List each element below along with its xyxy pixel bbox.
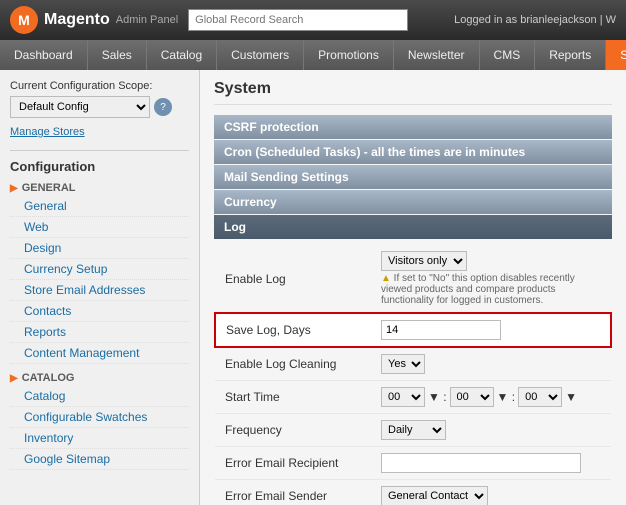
general-label: GENERAL — [22, 182, 76, 194]
nav-item-newsletter[interactable]: Newsletter — [394, 40, 480, 70]
sidebar-item-inventory[interactable]: Inventory — [10, 428, 189, 449]
start-time-label: Start Time — [215, 381, 371, 414]
enable-log-label: Enable Log — [215, 245, 371, 313]
scope-label: Current Configuration Scope: — [10, 80, 189, 92]
sidebar-item-catalog[interactable]: Catalog — [10, 386, 189, 407]
catalog-arrow-icon: ▶ — [10, 373, 18, 384]
sidebar-item-content-mgmt[interactable]: Content Management — [10, 343, 189, 364]
frequency-select[interactable]: Daily Weekly Monthly — [381, 420, 446, 440]
sidebar-item-store-email[interactable]: Store Email Addresses — [10, 280, 189, 301]
cron-section-header[interactable]: Cron (Scheduled Tasks) - all the times a… — [214, 140, 612, 164]
frequency-value: Daily Weekly Monthly — [371, 414, 611, 447]
main-content: System CSRF protection Cron (Scheduled T… — [200, 70, 626, 505]
sidebar-item-configurable-swatches[interactable]: Configurable Swatches — [10, 407, 189, 428]
app-subtitle: Admin Panel — [116, 14, 178, 26]
save-log-days-label: Save Log, Days — [215, 313, 371, 347]
start-time-row: Start Time 00 ▼ : 00 ▼ : 00 — [215, 381, 611, 414]
sidebar-item-reports[interactable]: Reports — [10, 322, 189, 343]
scope-select-wrap: Default Config ? — [10, 96, 189, 118]
currency-section-header[interactable]: Currency — [214, 190, 612, 214]
catalog-label: CATALOG — [22, 372, 75, 384]
error-email-sender-select[interactable]: General Contact — [381, 486, 488, 505]
error-email-recipient-value — [371, 447, 611, 480]
error-email-sender-value: General Contact — [371, 480, 611, 505]
sidebar-item-general[interactable]: General — [10, 196, 189, 217]
user-info: Logged in as brianleejackson | W — [454, 14, 616, 26]
save-log-days-value — [371, 313, 611, 347]
main-nav: DashboardSalesCatalogCustomersPromotions… — [0, 40, 626, 70]
frequency-row: Frequency Daily Weekly Monthly — [215, 414, 611, 447]
nav-item-dashboard[interactable]: Dashboard — [0, 40, 88, 70]
nav-item-catalog[interactable]: Catalog — [147, 40, 217, 70]
error-email-recipient-row: Error Email Recipient — [215, 447, 611, 480]
start-time-value: 00 ▼ : 00 ▼ : 00 ▼ — [371, 381, 611, 414]
nav-item-reports[interactable]: Reports — [535, 40, 606, 70]
log-config-table: Enable Log Visitors only No Yes ▲ If set… — [214, 245, 612, 505]
sidebar-section-catalog[interactable]: ▶ CATALOG — [10, 372, 189, 384]
start-time-sec-select[interactable]: 00 — [518, 387, 562, 407]
start-time-min-select[interactable]: 00 — [450, 387, 494, 407]
global-search-input[interactable] — [188, 9, 408, 31]
sidebar: Current Configuration Scope: Default Con… — [0, 70, 200, 505]
sidebar-section-general[interactable]: ▶ GENERAL — [10, 182, 189, 194]
enable-log-select[interactable]: Visitors only No Yes — [381, 251, 467, 271]
nav-item-customers[interactable]: Customers — [217, 40, 304, 70]
sidebar-item-web[interactable]: Web — [10, 217, 189, 238]
enable-log-cleaning-value: Yes No — [371, 347, 611, 381]
nav-item-system[interactable]: System — [606, 40, 626, 70]
enable-log-cleaning-label: Enable Log Cleaning — [215, 347, 371, 381]
enable-log-note: ▲ If set to "No" this option disables re… — [381, 273, 601, 306]
mail-section-header[interactable]: Mail Sending Settings — [214, 165, 612, 189]
nav-item-sales[interactable]: Sales — [88, 40, 147, 70]
sidebar-item-contacts[interactable]: Contacts — [10, 301, 189, 322]
enable-log-cleaning-row: Enable Log Cleaning Yes No — [215, 347, 611, 381]
log-section-header[interactable]: Log — [214, 215, 612, 239]
app-name: Magento — [44, 11, 110, 29]
sidebar-item-currency-setup[interactable]: Currency Setup — [10, 259, 189, 280]
general-arrow-icon: ▶ — [10, 183, 18, 194]
error-email-recipient-input[interactable] — [381, 453, 581, 473]
scope-select[interactable]: Default Config — [10, 96, 150, 118]
error-email-sender-row: Error Email Sender General Contact — [215, 480, 611, 505]
enable-log-value: Visitors only No Yes ▲ If set to "No" th… — [371, 245, 611, 313]
sidebar-item-google-sitemap[interactable]: Google Sitemap — [10, 449, 189, 470]
start-time-hour-select[interactable]: 00 — [381, 387, 425, 407]
error-email-sender-label: Error Email Sender — [215, 480, 371, 505]
content-layout: Current Configuration Scope: Default Con… — [0, 70, 626, 505]
scope-info-icon[interactable]: ? — [154, 98, 172, 116]
nav-item-cms[interactable]: CMS — [480, 40, 536, 70]
frequency-label: Frequency — [215, 414, 371, 447]
sidebar-item-design[interactable]: Design — [10, 238, 189, 259]
nav-item-promotions[interactable]: Promotions — [304, 40, 394, 70]
time-selects: 00 ▼ : 00 ▼ : 00 ▼ — [381, 387, 601, 407]
csrf-section-header[interactable]: CSRF protection — [214, 115, 612, 139]
manage-stores-link[interactable]: Manage Stores — [10, 126, 85, 138]
warning-icon: ▲ — [381, 273, 391, 284]
config-section-title: Configuration — [10, 150, 189, 174]
enable-log-cleaning-select[interactable]: Yes No — [381, 354, 425, 374]
enable-log-row: Enable Log Visitors only No Yes ▲ If set… — [215, 245, 611, 313]
magento-logo-icon: M — [10, 6, 38, 34]
page-title: System — [214, 80, 612, 105]
logo-area: M Magento Admin Panel — [10, 6, 178, 34]
save-log-days-row: Save Log, Days — [215, 313, 611, 347]
save-log-days-input[interactable] — [381, 320, 501, 340]
error-email-recipient-label: Error Email Recipient — [215, 447, 371, 480]
header: M Magento Admin Panel Logged in as brian… — [0, 0, 626, 40]
